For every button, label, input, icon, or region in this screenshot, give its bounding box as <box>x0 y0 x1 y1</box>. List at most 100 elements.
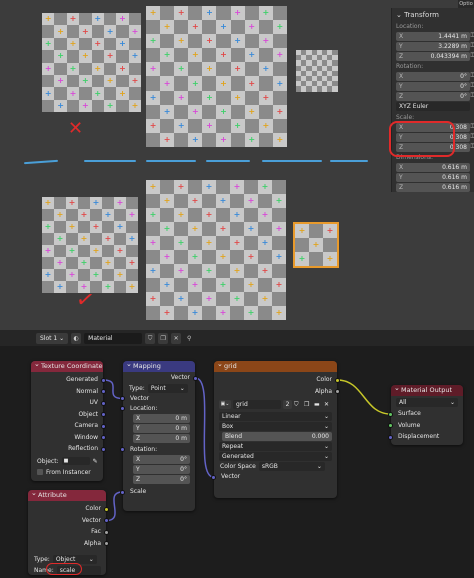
object-field[interactable]: ■ <box>61 457 90 465</box>
mapping-rotation-y[interactable]: Y 0° <box>133 465 190 474</box>
output-socket[interactable] <box>101 446 106 452</box>
checker-plane-top-left[interactable]: + + + + + + + + + + + + + + + + + + + + + + + + + + + + + + + + <box>42 13 142 113</box>
checker-plane-top-middle[interactable]: + + + + + + + + + + + + + + + + + + + + + + + + + + + + + + + + + + + + + + + +… <box>146 6 287 147</box>
input-socket[interactable] <box>388 423 393 428</box>
dimensions-x-field[interactable]: X 0.616 m <box>396 163 470 172</box>
generated-output[interactable]: Generated <box>31 374 106 386</box>
displacement-input[interactable]: Displacement <box>388 431 463 443</box>
checker-plane-bottom-middle[interactable]: + + + + + + + + + + + + + + + + + + + + + + + + + + + + + + + + + + + + + + + +… <box>146 180 286 320</box>
input-socket[interactable] <box>211 474 216 480</box>
mapping-rotation-x[interactable]: X 0° <box>133 455 190 464</box>
eyedropper-icon[interactable]: ✎ <box>93 457 98 466</box>
scale-input[interactable]: Scale <box>120 486 195 498</box>
input-socket[interactable] <box>388 434 393 440</box>
output-socket[interactable] <box>104 541 109 546</box>
location-input[interactable]: Location: <box>120 404 195 413</box>
output-socket[interactable] <box>101 435 106 440</box>
lock-icon[interactable]: ⚿ <box>470 92 474 100</box>
checkbox[interactable] <box>37 469 43 475</box>
normal-output[interactable]: Normal <box>31 386 106 398</box>
node-title[interactable]: Material Output <box>391 383 463 396</box>
mapping-rotation-z[interactable]: Z 0° <box>133 475 190 484</box>
node-title[interactable]: grid <box>214 359 337 372</box>
mapping-vector-output[interactable]: Vector <box>123 372 198 384</box>
output-socket[interactable] <box>101 377 106 383</box>
lock-icon[interactable]: ⚿ <box>470 42 474 50</box>
output-socket[interactable] <box>335 377 340 383</box>
alpha-output[interactable]: Alpha <box>28 538 109 550</box>
rotation-x-field[interactable]: X 0° <box>396 72 470 81</box>
node-title[interactable]: Texture Coordinate <box>31 359 103 372</box>
fake-user-shield-icon[interactable]: ⛉ <box>145 332 156 344</box>
fake-user-shield-icon[interactable]: ⛉ <box>294 400 302 409</box>
alpha-output[interactable]: Alpha <box>214 386 340 398</box>
interpolation-dropdown[interactable]: Linear ⌄ <box>219 412 332 421</box>
lock-icon[interactable]: ⚿ <box>470 82 474 90</box>
surface-input[interactable]: Surface <box>388 408 463 420</box>
image-users-count[interactable]: 2 <box>283 400 292 409</box>
lock-icon[interactable]: ⚿ <box>470 52 474 60</box>
output-socket[interactable] <box>101 400 106 406</box>
pin-icon[interactable]: ⚲ <box>184 333 194 344</box>
camera-output[interactable]: Camera <box>31 420 106 432</box>
input-socket[interactable] <box>120 447 125 452</box>
transform-panel-header[interactable]: ⌄ Transform <box>392 8 474 22</box>
output-socket[interactable] <box>104 506 109 512</box>
material-name-field[interactable]: Material <box>84 332 143 344</box>
lock-icon[interactable]: ⚿ <box>470 72 474 80</box>
unlink-x-icon[interactable]: ✕ <box>171 332 182 344</box>
lock-icon[interactable]: ⚿ <box>470 123 474 131</box>
output-socket[interactable] <box>101 412 106 417</box>
image-browse-icon[interactable]: ▣⌄ <box>219 400 231 409</box>
3d-viewport[interactable]: + + + + + + + + + + + + + + + + + + + + + + + + + + + + + + + + + + + + + + + +… <box>0 0 474 330</box>
mapping-location-z[interactable]: Z 0 m <box>133 434 190 443</box>
vector-output[interactable]: Vector <box>28 515 109 527</box>
object-output[interactable]: Object <box>31 409 106 421</box>
mapping-node[interactable]: Mapping Vector Type: Point ⌄ Vector Locat… <box>120 359 198 511</box>
output-socket[interactable] <box>193 375 198 381</box>
window-output[interactable]: Window <box>31 432 106 444</box>
output-socket[interactable] <box>104 518 109 523</box>
output-socket[interactable] <box>104 529 109 535</box>
material-output-node[interactable]: Material Output All ⌄ Surface Volume Displa… <box>388 383 463 445</box>
options-tab[interactable]: Optio <box>458 0 474 8</box>
rotation-y-field[interactable]: Y 0° <box>396 82 470 91</box>
node-title[interactable]: Mapping <box>123 359 195 372</box>
mapping-location-y[interactable]: Y 0 m <box>133 424 190 433</box>
from-instancer-toggle[interactable]: From Instancer <box>31 468 103 477</box>
duplicate-icon[interactable]: ❐ <box>158 332 169 344</box>
extension-dropdown[interactable]: Repeat ⌄ <box>219 442 332 451</box>
input-socket[interactable] <box>120 489 125 495</box>
shader-node-editor[interactable]: Slot 1 ⌄ ◐ Material ⛉ ❐ ✕ ⚲ Texture Coor… <box>0 330 474 578</box>
unlink-x-icon[interactable]: ✕ <box>324 400 332 409</box>
rotation-z-field[interactable]: Z 0° <box>396 92 470 101</box>
image-name-field[interactable]: grid <box>233 400 281 409</box>
location-y-field[interactable]: Y 3.2289 m <box>396 42 470 51</box>
checker-plane-selected[interactable]: + + + + + <box>293 222 339 268</box>
mapping-location-x[interactable]: X 0 m <box>133 414 190 423</box>
lock-icon[interactable]: ⚿ <box>470 133 474 141</box>
fac-output[interactable]: Fac <box>28 526 109 538</box>
slot-dropdown[interactable]: Slot 1 ⌄ <box>36 332 69 344</box>
duplicate-icon[interactable]: ❐ <box>304 400 312 409</box>
image-texture-node[interactable]: grid Color Alpha ▣⌄ grid 2 ⛉ ❐ ▬ ✕ Linear… <box>211 359 340 498</box>
projection-dropdown[interactable]: Box ⌄ <box>219 422 332 431</box>
node-title[interactable]: Attribute <box>28 488 106 501</box>
grid-vector-input[interactable]: Vector <box>211 471 337 483</box>
color-output[interactable]: Color <box>28 503 109 515</box>
input-socket[interactable] <box>120 396 125 401</box>
blend-slider[interactable]: Blend 0.000 <box>222 432 332 441</box>
folder-icon[interactable]: ▬ <box>314 400 322 409</box>
output-socket[interactable] <box>335 389 340 394</box>
texture-coordinate-node[interactable]: Texture Coordinate Generated Normal UV Obje… <box>31 359 106 481</box>
volume-input[interactable]: Volume <box>388 420 463 432</box>
object-picker[interactable]: Object: ■ ✎ <box>31 457 103 466</box>
location-z-field[interactable]: Z 0.043394 m <box>396 52 470 61</box>
lock-icon[interactable]: ⚿ <box>470 143 474 151</box>
input-socket[interactable] <box>120 406 125 411</box>
checker-plane-small[interactable] <box>296 50 338 92</box>
checker-plane-bottom-left[interactable]: + + + + + + + + + + + + + + + + + + + + + + + + + + + + + + + + <box>42 197 138 293</box>
dimensions-z-field[interactable]: Z 0.616 m <box>396 183 470 192</box>
dimensions-y-field[interactable]: Y 0.616 m <box>396 173 470 182</box>
location-x-field[interactable]: X 1.4441 m <box>396 32 470 41</box>
